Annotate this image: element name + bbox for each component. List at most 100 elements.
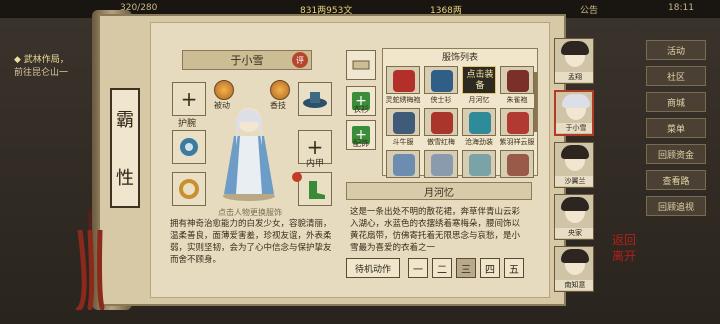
outfit-icon: [393, 70, 415, 92]
outfit-icon: [393, 154, 415, 176]
character-figure[interactable]: [214, 96, 284, 202]
roster-name: 孟翔: [555, 72, 593, 82]
quest-title: 武林作局，: [23, 55, 69, 65]
roster-character[interactable]: 沙翼兰: [554, 142, 594, 188]
action-button-3[interactable]: 三: [456, 258, 476, 278]
outfit-cell[interactable]: 点击装备: [462, 66, 496, 94]
right-menu: 活动 社区 商城 菜单 回顾资金 查看路 回顾追视: [646, 40, 710, 222]
scroll-icon: [352, 60, 370, 70]
wrist-slot-label: 护腕: [178, 119, 197, 129]
wrist-slot[interactable]: +: [172, 82, 206, 116]
roster-character[interactable]: 南知意: [554, 246, 594, 292]
tab-clothing-label: 衣衫: [353, 105, 369, 114]
equip-prompt: 点击装备: [466, 70, 494, 91]
roster-name: 央家: [555, 228, 593, 238]
character-name: 于小雪: [230, 54, 264, 67]
outfit-cell[interactable]: [424, 108, 458, 136]
back-label-2: 离开: [611, 249, 636, 263]
accessory-slot-1[interactable]: [172, 130, 206, 164]
outfit-cell[interactable]: [500, 150, 534, 178]
outfit-label: 斗牛服: [392, 138, 414, 146]
outfit-label: 沧海劲装: [465, 138, 493, 146]
outfit-icon: [469, 112, 491, 134]
boots-icon: [309, 181, 325, 199]
outfit-cell[interactable]: [386, 66, 420, 94]
menu-shop-button[interactable]: 商城: [646, 92, 706, 112]
outfit-cell[interactable]: [424, 66, 458, 94]
outfit-icon: [469, 154, 491, 176]
outfit-icon: [507, 154, 529, 176]
vertical-name-column: 霸 性: [110, 88, 140, 208]
outfit-label: 灵蛇绣梅袍: [385, 96, 421, 104]
boots-slot[interactable]: [298, 172, 332, 206]
portrait-hair: [561, 145, 589, 159]
action-button-2[interactable]: 二: [432, 258, 452, 278]
outfit-grid-title: 服饰列表: [441, 53, 478, 63]
grid-scrollbar[interactable]: [534, 72, 537, 132]
outfit-icon: [393, 112, 415, 134]
plus-icon: +: [180, 87, 198, 111]
inner-armor-label: 内甲: [306, 159, 325, 169]
outfit-cell[interactable]: [500, 108, 534, 136]
idle-action-button[interactable]: 待机动作: [346, 258, 400, 278]
outfit-cell[interactable]: [386, 108, 420, 136]
action-button-1[interactable]: 一: [408, 258, 428, 278]
action-button-5[interactable]: 五: [504, 258, 524, 278]
accessory-slot-2[interactable]: [172, 172, 206, 206]
portrait-hair: [561, 197, 589, 211]
name-char-2: 性: [116, 168, 134, 189]
outfit-label: 傲雪红梅: [427, 138, 455, 146]
menu-funds-button[interactable]: 回顾资金: [646, 144, 706, 164]
portrait-hair: [561, 41, 589, 55]
outfit-label: 朱雀袍: [506, 96, 528, 104]
tab-accessory-label: 配饰: [353, 139, 369, 148]
hat-slot[interactable]: [298, 82, 332, 116]
portrait-hair: [561, 249, 589, 263]
outfit-icon: [431, 112, 453, 134]
jade-icon: [180, 138, 198, 156]
outfit-label: 月河忆: [468, 96, 490, 104]
roster-character[interactable]: 于小雪: [554, 90, 594, 136]
menu-activity-button[interactable]: 活动: [646, 40, 706, 60]
outfit-icon: [431, 70, 453, 92]
change-outfit-hint: 点击人物更换服饰: [218, 208, 282, 217]
scroll-tab-icon[interactable]: [346, 50, 376, 80]
menu-path-button[interactable]: 查看路: [646, 170, 706, 190]
roster-character[interactable]: 央家: [554, 194, 594, 240]
quest-line: 前往昆仑山一: [14, 68, 69, 78]
name-char-1: 霸: [116, 110, 134, 131]
outfit-cell[interactable]: [462, 150, 496, 178]
outfit-icon: [507, 70, 529, 92]
clock: 18:11: [668, 3, 694, 13]
roster-character[interactable]: 孟翔: [554, 38, 594, 84]
menu-review-button[interactable]: 回顾追视: [646, 196, 706, 216]
character-description: 拥有神奇治愈能力的白发少女，容貌清丽，温柔善良，面薄爱害羞，珍视友谊，外表柔弱，…: [170, 219, 332, 265]
roster-name: 南知意: [555, 280, 593, 290]
roster-name: 于小雪: [556, 123, 592, 133]
tassel-decoration: [75, 210, 106, 310]
hat-icon: [303, 92, 327, 108]
back-button[interactable]: 返回 离开: [604, 232, 644, 264]
outfit-cell[interactable]: [500, 66, 534, 94]
portrait-hair: [562, 94, 590, 108]
outfit-detail-description: 这是一条出处不明的散花裙，奔草伴青山云彩入湖心，水蓝色的衣摆绣着寒梅朵，腰间饰以…: [350, 207, 521, 253]
notice-button[interactable]: 公告: [580, 3, 598, 16]
outfit-icon: [431, 154, 453, 176]
action-button-4[interactable]: 四: [480, 258, 500, 278]
character-roster: 孟翔于小雪沙翼兰央家南知意: [554, 38, 598, 298]
outfit-label: 侠士衫: [430, 96, 452, 104]
outfit-cell[interactable]: [386, 150, 420, 178]
outfit-label: 紫羽祥云服: [499, 138, 535, 146]
rating-badge[interactable]: 评: [292, 52, 308, 68]
menu-community-button[interactable]: 社区: [646, 66, 706, 86]
game-screen: 320/280 831两953文 1368两 公告 18:11 ◆ 武林作局， …: [0, 0, 720, 324]
menu-main-button[interactable]: 菜单: [646, 118, 706, 138]
outfit-cell[interactable]: [462, 108, 496, 136]
quest-tracker[interactable]: ◆ 武林作局， 前往昆仑山一: [14, 54, 94, 80]
red-indicator-icon: [292, 172, 302, 182]
plus-icon: +: [306, 135, 324, 159]
back-label-1: 返回: [611, 233, 636, 247]
outfit-cell[interactable]: [424, 150, 458, 178]
outfit-detail-title: 月河忆: [346, 182, 532, 200]
roster-name: 沙翼兰: [555, 176, 593, 186]
